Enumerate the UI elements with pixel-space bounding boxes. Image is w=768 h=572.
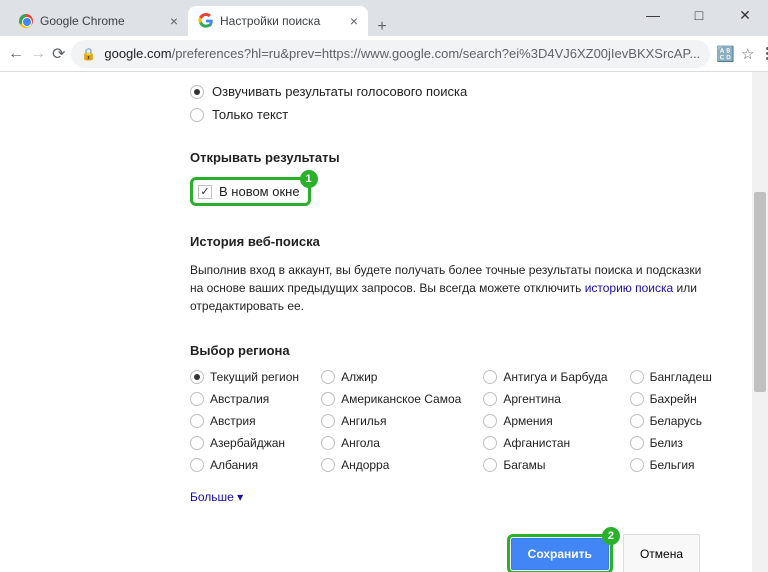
- region-option[interactable]: Бахрейн: [630, 392, 712, 406]
- radio-icon: [483, 370, 497, 384]
- window-controls: — □ ✕: [630, 0, 768, 30]
- radio-icon: [630, 370, 644, 384]
- tab-chrome[interactable]: Google Chrome ×: [8, 6, 188, 36]
- url-field[interactable]: 🔒 google.com/preferences?hl=ru&prev=http…: [71, 40, 710, 68]
- radio-icon: [630, 414, 644, 428]
- new-tab-button[interactable]: +: [368, 18, 396, 36]
- region-option[interactable]: Беларусь: [630, 414, 712, 428]
- translate-icon[interactable]: 🔠: [716, 40, 735, 68]
- radio-icon: [321, 392, 335, 406]
- annotation-badge-2: 2: [602, 527, 620, 545]
- region-option[interactable]: Ангилья: [321, 414, 461, 428]
- region-option[interactable]: Андорра: [321, 458, 461, 472]
- lock-icon: 🔒: [81, 47, 96, 61]
- radio-icon: [630, 458, 644, 472]
- region-option[interactable]: Багамы: [483, 458, 607, 472]
- region-option[interactable]: Албания: [190, 458, 299, 472]
- radio-icon: [190, 436, 204, 450]
- region-option[interactable]: Антигуа и Барбуда: [483, 370, 607, 384]
- region-option[interactable]: Австралия: [190, 392, 299, 406]
- radio-icon: [483, 458, 497, 472]
- radio-icon: [190, 85, 204, 99]
- radio-icon: [630, 392, 644, 406]
- radio-icon: [483, 414, 497, 428]
- option-label: Только текст: [212, 107, 288, 122]
- region-option[interactable]: Ангола: [321, 436, 461, 450]
- button-row: Сохранить 2 Отмена: [190, 534, 730, 572]
- more-regions-link[interactable]: Больше ▾: [190, 490, 243, 504]
- tab-title: Google Chrome: [40, 14, 164, 28]
- region-option[interactable]: Алжир: [321, 370, 461, 384]
- region-option[interactable]: Текущий регион: [190, 370, 299, 384]
- bookmark-icon[interactable]: ☆: [741, 40, 754, 68]
- history-link[interactable]: историю поиска: [585, 281, 674, 295]
- reload-button[interactable]: ⟳: [52, 40, 65, 68]
- scrollbar-thumb[interactable]: [754, 192, 766, 392]
- close-icon[interactable]: ×: [350, 13, 358, 29]
- highlight-save: Сохранить 2: [507, 534, 613, 572]
- close-window-button[interactable]: ✕: [722, 0, 768, 30]
- region-grid: Текущий регион Австралия Австрия Азербай…: [190, 370, 730, 472]
- region-option[interactable]: Азербайджан: [190, 436, 299, 450]
- region-option[interactable]: Бельгия: [630, 458, 712, 472]
- checkbox-label: В новом окне: [219, 184, 300, 199]
- radio-icon: [321, 414, 335, 428]
- history-description: Выполнив вход в аккаунт, вы будете получ…: [190, 261, 710, 315]
- section-open-results: Открывать результаты: [190, 150, 730, 165]
- forward-button[interactable]: →: [30, 40, 46, 68]
- save-button[interactable]: Сохранить: [511, 538, 609, 570]
- radio-icon: [190, 458, 204, 472]
- section-history: История веб-поиска: [190, 234, 730, 249]
- radio-icon: [483, 436, 497, 450]
- region-option[interactable]: Белиз: [630, 436, 712, 450]
- radio-icon: [321, 370, 335, 384]
- new-window-checkbox[interactable]: В новом окне: [198, 184, 300, 199]
- region-option[interactable]: Бангладеш: [630, 370, 712, 384]
- region-option[interactable]: Американское Самоа: [321, 392, 461, 406]
- tab-title: Настройки поиска: [220, 14, 344, 28]
- text-only-option[interactable]: Только текст: [190, 107, 730, 122]
- google-icon: [198, 13, 214, 29]
- radio-icon: [321, 458, 335, 472]
- voice-results-option[interactable]: Озвучивать результаты голосового поиска: [190, 84, 730, 99]
- scrollbar[interactable]: [752, 72, 768, 572]
- radio-icon: [190, 392, 204, 406]
- option-label: Озвучивать результаты голосового поиска: [212, 84, 467, 99]
- region-option[interactable]: Аргентина: [483, 392, 607, 406]
- checkbox-icon: [198, 185, 212, 199]
- highlight-new-window: В новом окне 1: [190, 177, 311, 206]
- radio-icon: [190, 370, 204, 384]
- region-option[interactable]: Армения: [483, 414, 607, 428]
- region-option[interactable]: Австрия: [190, 414, 299, 428]
- section-region: Выбор региона: [190, 343, 730, 358]
- minimize-button[interactable]: —: [630, 0, 676, 30]
- radio-icon: [190, 414, 204, 428]
- annotation-badge-1: 1: [300, 170, 318, 188]
- radio-icon: [321, 436, 335, 450]
- radio-icon: [630, 436, 644, 450]
- region-option[interactable]: Афганистан: [483, 436, 607, 450]
- page-content: Озвучивать результаты голосового поиска …: [0, 72, 768, 572]
- maximize-button[interactable]: □: [676, 0, 722, 30]
- close-icon[interactable]: ×: [170, 13, 178, 29]
- radio-icon: [190, 108, 204, 122]
- back-button[interactable]: ←: [8, 40, 24, 68]
- url-text: google.com/preferences?hl=ru&prev=https:…: [104, 46, 700, 61]
- cancel-button[interactable]: Отмена: [623, 534, 700, 572]
- tab-settings[interactable]: Настройки поиска ×: [188, 6, 368, 36]
- radio-icon: [483, 392, 497, 406]
- address-bar: ← → ⟳ 🔒 google.com/preferences?hl=ru&pre…: [0, 36, 768, 72]
- chrome-icon: [18, 13, 34, 29]
